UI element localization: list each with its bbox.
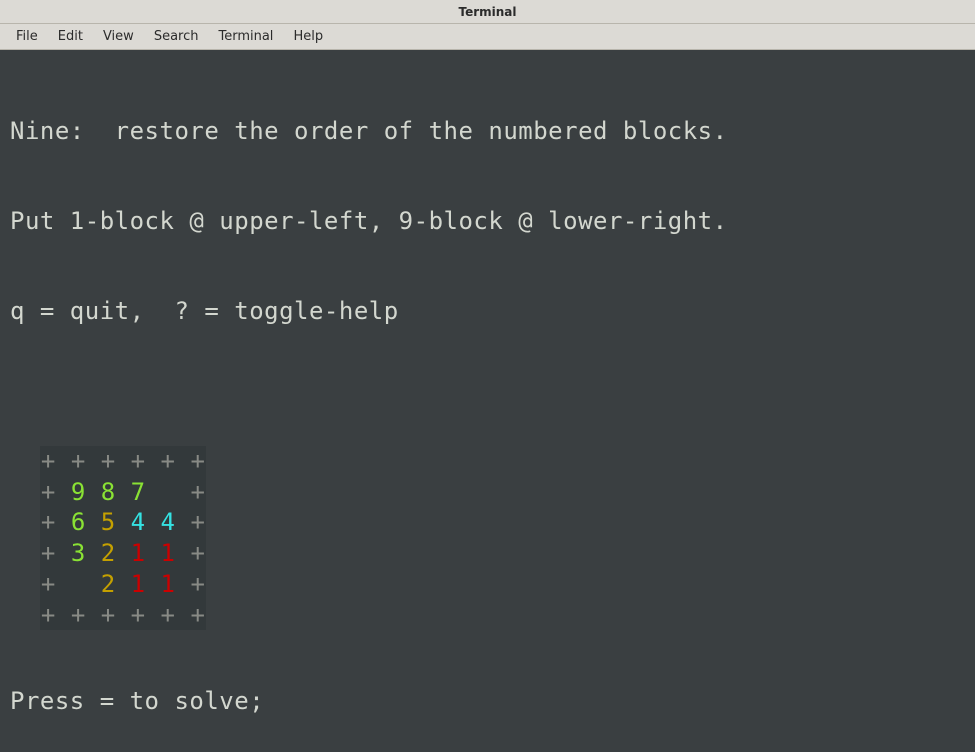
grid-row: + 9 8 7 +: [41, 477, 205, 508]
window-titlebar: Terminal: [0, 0, 975, 24]
grid-border: +: [41, 570, 56, 598]
grid-space: [175, 570, 190, 598]
grid-row: + 3 2 1 1 +: [41, 538, 205, 569]
grid-cell: 8: [101, 478, 116, 506]
grid-cell: 4: [161, 508, 176, 536]
help-line-3: q = quit, ? = toggle-help: [10, 296, 965, 326]
grid-border: +: [190, 478, 205, 506]
grid-cell: 1: [161, 539, 176, 567]
grid-border: +: [101, 447, 116, 475]
grid-space: [116, 601, 131, 629]
grid-space: [116, 570, 131, 598]
grid-border: +: [41, 478, 56, 506]
grid-space: [116, 447, 131, 475]
grid-row: + 2 1 1 +: [41, 569, 205, 600]
grid-border: +: [41, 539, 56, 567]
grid-cell: 1: [131, 570, 146, 598]
grid-border: +: [161, 601, 176, 629]
grid-cell: 5: [101, 508, 116, 536]
menu-edit[interactable]: Edit: [48, 27, 93, 46]
grid-row: + 6 5 4 4 +: [41, 507, 205, 538]
grid-row: + + + + + +: [41, 446, 205, 477]
terminal-area[interactable]: Nine: restore the order of the numbered …: [0, 50, 975, 752]
menu-terminal[interactable]: Terminal: [208, 27, 283, 46]
grid-space: [146, 570, 161, 598]
grid-space: [86, 570, 101, 598]
grid-space: [56, 539, 71, 567]
grid-border: +: [41, 508, 56, 536]
grid-space: [175, 478, 190, 506]
grid-space: [86, 478, 101, 506]
window-title: Terminal: [458, 5, 516, 19]
grid-space: [146, 478, 161, 506]
grid-border: +: [41, 447, 56, 475]
grid-cell: 2: [101, 570, 116, 598]
menubar: File Edit View Search Terminal Help: [0, 24, 975, 50]
menu-view[interactable]: View: [93, 27, 144, 46]
grid-border: +: [190, 570, 205, 598]
grid-space: [56, 478, 71, 506]
grid-row: + + + + + +: [41, 600, 205, 631]
grid-space: [146, 601, 161, 629]
menu-file[interactable]: File: [6, 27, 48, 46]
grid-cell: 6: [71, 508, 86, 536]
grid-space: [175, 508, 190, 536]
grid-space: [86, 447, 101, 475]
grid-space: [86, 601, 101, 629]
grid-border: +: [71, 601, 86, 629]
grid-border: +: [71, 447, 86, 475]
grid-border: +: [190, 601, 205, 629]
grid-border: +: [131, 601, 146, 629]
grid-space: [116, 478, 131, 506]
grid-space: [161, 478, 176, 506]
grid-space: [116, 539, 131, 567]
grid-space: [56, 508, 71, 536]
help-line-1: Nine: restore the order of the numbered …: [10, 116, 965, 146]
grid-space: [56, 447, 71, 475]
grid-border: +: [190, 539, 205, 567]
grid-cell: 4: [131, 508, 146, 536]
grid-cell: 1: [131, 539, 146, 567]
grid-space: [146, 539, 161, 567]
grid-border: +: [161, 447, 176, 475]
grid-border: +: [41, 601, 56, 629]
menu-help[interactable]: Help: [283, 27, 333, 46]
grid-cell: 9: [71, 478, 86, 506]
grid-space: [146, 508, 161, 536]
grid-space: [175, 447, 190, 475]
help-line-2: Put 1-block @ upper-left, 9-block @ lowe…: [10, 206, 965, 236]
grid-space: [71, 570, 86, 598]
grid-space: [116, 508, 131, 536]
grid-space: [146, 447, 161, 475]
grid-space: [175, 601, 190, 629]
grid-border: +: [190, 447, 205, 475]
menu-search[interactable]: Search: [144, 27, 209, 46]
solve-prompt: Press = to solve;: [10, 686, 965, 716]
grid-border: +: [101, 601, 116, 629]
puzzle-grid: + + + + + ++ 9 8 7 ++ 6 5 4 4 ++ 3 2 1 1…: [40, 446, 206, 630]
grid-cell: 2: [101, 539, 116, 567]
grid-cell: 3: [71, 539, 86, 567]
grid-space: [56, 570, 71, 598]
grid-border: +: [190, 508, 205, 536]
grid-space: [175, 539, 190, 567]
grid-space: [86, 539, 101, 567]
grid-cell: 7: [131, 478, 146, 506]
grid-border: +: [131, 447, 146, 475]
grid-space: [56, 601, 71, 629]
grid-space: [86, 508, 101, 536]
blank-line: [10, 386, 965, 416]
grid-cell: 1: [161, 570, 176, 598]
